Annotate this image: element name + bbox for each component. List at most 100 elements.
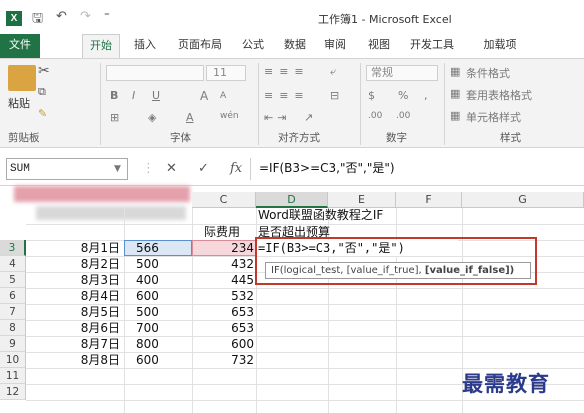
comma-button[interactable]: ,: [424, 89, 428, 102]
cell-budget[interactable]: 600: [136, 352, 159, 368]
row-header-10[interactable]: 10: [0, 352, 26, 368]
top-align-icons[interactable]: ≡≡≡: [264, 65, 310, 78]
cell-actual[interactable]: 432: [200, 256, 254, 272]
enter-icon[interactable]: ✓: [198, 161, 209, 176]
cell-budget[interactable]: 600: [136, 288, 159, 304]
cell-date[interactable]: 8月8日: [60, 352, 120, 368]
conditional-format-icon[interactable]: ▦: [450, 65, 460, 78]
cell-c2-header[interactable]: 际费用: [204, 224, 240, 240]
column-header-g[interactable]: G: [462, 192, 584, 208]
undo-icon[interactable]: ↶: [56, 9, 67, 24]
customize-quick-access-icon[interactable]: ⁼: [104, 9, 110, 22]
name-box-dropdown-icon[interactable]: ▼: [114, 164, 121, 174]
cancel-icon[interactable]: ✕: [166, 161, 177, 176]
name-box[interactable]: SUM: [6, 158, 128, 180]
column-header-d[interactable]: D: [256, 192, 328, 208]
underline-button[interactable]: U: [152, 89, 160, 102]
format-table-icon[interactable]: ▦: [450, 87, 460, 100]
row-header-6[interactable]: 6: [0, 288, 26, 304]
cell-date[interactable]: 8月3日: [60, 272, 120, 288]
font-size-box[interactable]: 11: [206, 65, 246, 81]
column-header-f[interactable]: F: [396, 192, 462, 208]
cell-budget[interactable]: 800: [136, 336, 159, 352]
tab-page-layout[interactable]: 页面布局: [170, 34, 230, 59]
bold-button[interactable]: B: [110, 89, 118, 102]
phonetic-button[interactable]: wén: [220, 111, 239, 121]
row-header-7[interactable]: 7: [0, 304, 26, 320]
tab-formulas[interactable]: 公式: [236, 34, 270, 59]
row-header-5[interactable]: 5: [0, 272, 26, 288]
ribbon-separator: [360, 63, 361, 145]
conditional-format-button[interactable]: 条件格式: [466, 65, 510, 81]
cell-styles-button[interactable]: 单元格样式: [466, 109, 521, 125]
cell-date[interactable]: 8月6日: [60, 320, 120, 336]
redo-icon[interactable]: ↷: [80, 9, 91, 24]
font-name-box[interactable]: [106, 65, 204, 81]
formula-input[interactable]: =IF(B3>=C3,"否","是"): [250, 158, 584, 180]
cell-actual[interactable]: 653: [200, 320, 254, 336]
column-header-c[interactable]: C: [192, 192, 256, 208]
cell-date[interactable]: 8月4日: [60, 288, 120, 304]
percent-button[interactable]: %: [398, 89, 408, 102]
row-header-12[interactable]: 12: [0, 384, 26, 400]
insert-function-icon[interactable]: fx: [230, 161, 242, 176]
increase-decimal-button[interactable]: .00: [368, 111, 382, 121]
cell-date[interactable]: 8月1日: [60, 240, 120, 256]
cell-actual[interactable]: 600: [200, 336, 254, 352]
orientation-icon[interactable]: ↗: [304, 111, 313, 124]
decrease-decimal-button[interactable]: .00: [396, 111, 410, 121]
number-format-select[interactable]: 常规: [366, 65, 438, 81]
tab-insert[interactable]: 插入: [128, 34, 162, 59]
border-icon[interactable]: ⊞: [110, 111, 119, 124]
tab-review[interactable]: 审阅: [318, 34, 352, 59]
format-painter-icon[interactable]: ✎: [38, 107, 47, 120]
row-header-8[interactable]: 8: [0, 320, 26, 336]
row-header-11[interactable]: 11: [0, 368, 26, 384]
cell-actual[interactable]: 653: [200, 304, 254, 320]
paste-label[interactable]: 粘贴: [8, 95, 30, 111]
horizontal-align-icons[interactable]: ≡≡≡: [264, 89, 310, 102]
cut-icon[interactable]: ✂: [38, 63, 50, 79]
cell-styles-icon[interactable]: ▦: [450, 109, 460, 122]
row-header-3[interactable]: 3: [0, 240, 26, 256]
font-group-label: 字体: [170, 132, 191, 144]
obscured-region: [36, 206, 186, 220]
annotation-box: [255, 237, 537, 285]
tab-data[interactable]: 数据: [278, 34, 312, 59]
cell-budget[interactable]: 700: [136, 320, 159, 336]
cell-budget[interactable]: 500: [136, 256, 159, 272]
cell-date[interactable]: 8月5日: [60, 304, 120, 320]
format-table-button[interactable]: 套用表格格式: [466, 87, 532, 103]
cell-actual[interactable]: 532: [200, 288, 254, 304]
tab-view[interactable]: 视图: [362, 34, 396, 59]
tab-addins[interactable]: 加载项: [474, 34, 526, 59]
grow-font-button[interactable]: A: [200, 89, 208, 103]
copy-icon[interactable]: ⧉: [38, 85, 46, 99]
fill-color-icon[interactable]: ◈: [148, 111, 156, 124]
shrink-font-button[interactable]: A: [220, 91, 226, 101]
merge-center-icon[interactable]: ⊟: [330, 89, 339, 102]
cell-budget[interactable]: 400: [136, 272, 159, 288]
cell-d1-title[interactable]: Word联盟函数教程之IF: [258, 207, 383, 223]
tab-file[interactable]: 文件: [0, 34, 40, 59]
cell-actual[interactable]: 445: [200, 272, 254, 288]
cell-budget[interactable]: 500: [136, 304, 159, 320]
save-icon[interactable]: 🖫: [32, 9, 43, 31]
ribbon-separator: [100, 63, 101, 145]
italic-button[interactable]: I: [132, 89, 135, 102]
cell-date[interactable]: 8月7日: [60, 336, 120, 352]
currency-button[interactable]: $: [368, 89, 375, 102]
wrap-text-icon[interactable]: ⤶: [330, 65, 336, 79]
row-header-4[interactable]: 4: [0, 256, 26, 272]
cell-actual[interactable]: 234: [200, 240, 254, 256]
tab-home[interactable]: 开始: [82, 34, 120, 59]
cell-date[interactable]: 8月2日: [60, 256, 120, 272]
cell-actual[interactable]: 732: [200, 352, 254, 368]
tab-developer[interactable]: 开发工具: [404, 34, 460, 59]
indent-icons[interactable]: ⇤⇥: [264, 111, 290, 124]
column-header-e[interactable]: E: [328, 192, 396, 208]
row-header-9[interactable]: 9: [0, 336, 26, 352]
cell-budget[interactable]: 566: [136, 240, 159, 256]
font-color-button[interactable]: A: [186, 111, 194, 124]
paste-icon[interactable]: [8, 65, 36, 91]
